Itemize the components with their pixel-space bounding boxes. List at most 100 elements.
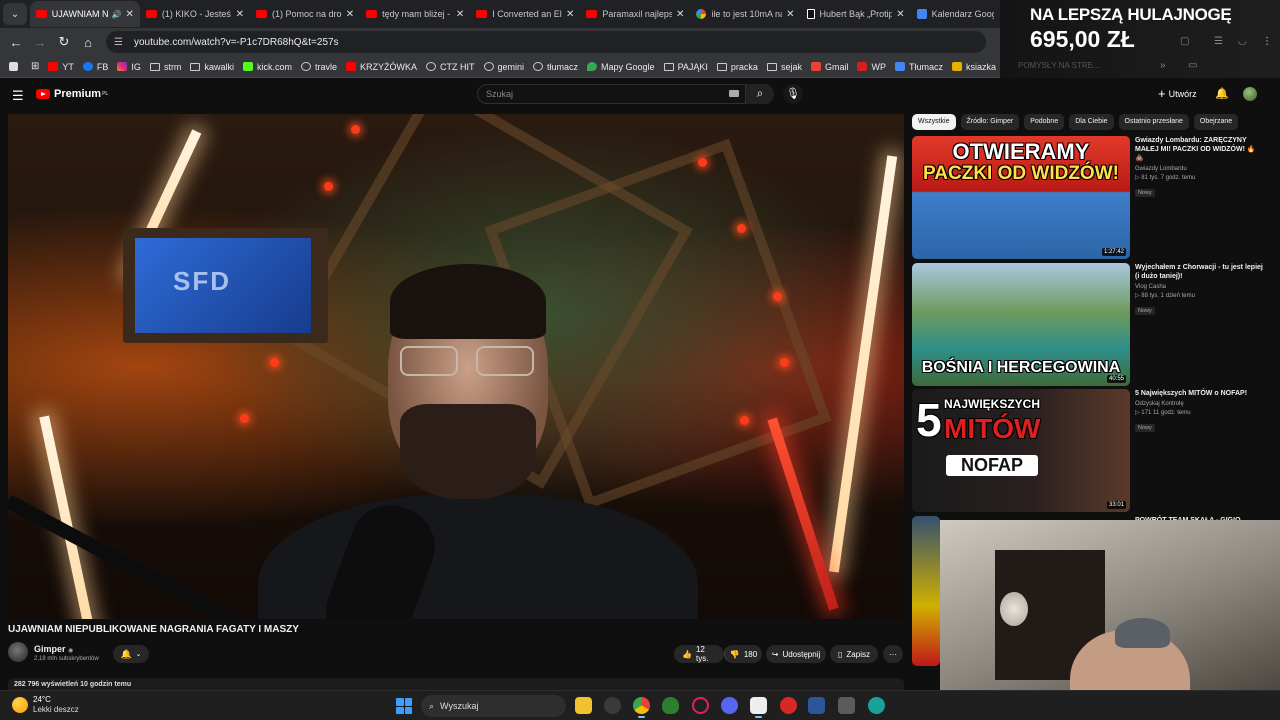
close-icon[interactable]: ✕ <box>896 9 904 20</box>
close-icon[interactable]: ✕ <box>126 9 134 20</box>
recommendation-channel[interactable]: Gwiazdy Lombardu <box>1135 166 1265 172</box>
bookmark-kick[interactable]: kick.com <box>242 62 292 72</box>
bookmark-pracka[interactable]: pracka <box>716 62 758 72</box>
tab-8[interactable]: Kalendarz Google <box>911 1 1000 27</box>
windows-start-icon[interactable] <box>396 698 412 714</box>
menu-dots-icon[interactable]: ⋮ <box>1262 36 1272 47</box>
site-info-icon[interactable]: ☰ <box>114 37 128 48</box>
tab-1[interactable]: (1) KIKO - Jesteś mi ✕ <box>140 1 250 27</box>
bookmark-strm[interactable]: strm <box>149 62 181 72</box>
weather-description[interactable]: Lekki deszcz <box>33 705 79 714</box>
address-bar[interactable]: ☰ youtube.com/watch?v=-P1c7DR68hQ&t=257s <box>106 31 986 53</box>
subscription-bell-button[interactable]: 🔔 ⌄ <box>113 645 149 663</box>
recommendation-channel[interactable]: Vlog Casha <box>1135 284 1265 290</box>
voice-search-button[interactable]: 🎙 <box>783 84 803 104</box>
bookmark-kawalki[interactable]: kawalki <box>190 62 234 72</box>
like-button[interactable]: 👍 12 tys. <box>674 645 724 663</box>
bookmark-travle[interactable]: travle <box>300 62 337 72</box>
tab-6[interactable]: ile to jest 10mA na ✕ <box>690 1 800 27</box>
obs-icon[interactable] <box>604 697 621 714</box>
close-icon[interactable]: ✕ <box>676 9 684 20</box>
bookmark-ig[interactable]: IG <box>117 62 141 72</box>
tab-search-button[interactable]: ⌄ <box>3 3 27 25</box>
discord-icon[interactable] <box>721 697 738 714</box>
shield-icon[interactable]: ◡ <box>1238 36 1247 47</box>
create-button[interactable]: + Utwórz <box>1158 86 1197 101</box>
streaming-app-icon[interactable] <box>750 697 767 718</box>
bookmark-mapy[interactable]: Mapy Google <box>587 62 655 72</box>
bookmark-square-icon[interactable] <box>9 62 22 71</box>
recommendation-title[interactable]: Wyjechałem z Chorwacji - tu jest lepiej … <box>1135 263 1265 281</box>
reload-icon[interactable]: ↻ <box>52 34 76 50</box>
close-icon[interactable]: ✕ <box>786 9 794 20</box>
bookmark-sejak[interactable]: sejak <box>766 62 802 72</box>
chip-source[interactable]: Źródło: Gimper <box>960 114 1020 130</box>
menu-icon[interactable]: ☰ <box>12 88 24 104</box>
record-app-icon[interactable] <box>780 697 797 714</box>
bookmark-tlumacz[interactable]: tłumacz <box>533 62 578 72</box>
chip-watched[interactable]: Obejrzane <box>1193 114 1239 130</box>
speaker-icon[interactable]: 🔊 <box>112 10 122 19</box>
tab-5[interactable]: Paramaxil najlepszy✕ <box>580 1 690 27</box>
weather-icon[interactable] <box>12 697 28 713</box>
dislike-button[interactable]: 👎 180 <box>724 645 762 663</box>
close-icon[interactable]: ✕ <box>346 9 354 20</box>
tab-3[interactable]: tędy mam bliżej - YouTube ✕ <box>360 1 470 27</box>
close-icon[interactable]: ✕ <box>566 9 574 20</box>
home-icon[interactable]: ⌂ <box>76 35 100 50</box>
file-explorer-icon[interactable] <box>575 697 592 714</box>
video-thumbnail[interactable]: BOŚNIA I HERCEGOWINA 40:55 <box>912 263 1130 386</box>
recommendation-title[interactable]: 5 Największych MITÓW o NOFAP! <box>1135 389 1265 398</box>
apps-grid-icon[interactable]: ⊞ <box>31 61 39 72</box>
video-thumbnail[interactable] <box>912 516 940 666</box>
keyboard-icon[interactable] <box>729 90 739 97</box>
bookmark-gemini[interactable]: gemini <box>483 62 524 72</box>
more-actions-button[interactable]: ··· <box>883 645 903 663</box>
calculator-icon[interactable] <box>838 697 855 714</box>
video-thumbnail[interactable]: OTWIERAMY PACZKI OD WIDZÓW! 1:27:42 <box>912 136 1130 259</box>
bookmark-fb[interactable]: FB <box>82 62 108 72</box>
account-avatar[interactable] <box>1243 87 1257 101</box>
chip-all[interactable]: Wszystkie <box>912 114 956 130</box>
search-input[interactable]: Szukaj <box>477 84 746 104</box>
recommendation-title[interactable]: Gwiazdy Lombardu: ZARĘCZYNY MAŁEJ MI! PA… <box>1135 136 1265 163</box>
bookmark-krzyzowka[interactable]: KRZYŻÓWKA <box>345 62 417 72</box>
video-player[interactable]: SFD <box>8 114 904 619</box>
recommendation-item[interactable]: OTWIERAMY PACZKI OD WIDZÓW! 1:27:42 Gwia… <box>912 136 1272 260</box>
tab-0[interactable]: UJAWNIAM NIEPUBLIKOWANE 🔊 ✕ <box>29 1 140 27</box>
extension-icon[interactable]: ▢ <box>1180 36 1189 47</box>
tab-2[interactable]: (1) Pomoc na drodze ✕ <box>250 1 360 27</box>
tab-7[interactable]: Hubert Bąk „Protip ✕ <box>801 1 911 27</box>
opera-icon[interactable] <box>692 697 709 714</box>
close-icon[interactable]: ✕ <box>236 9 244 20</box>
weather-temperature[interactable]: 24°C <box>33 695 51 704</box>
channel-avatar[interactable] <box>8 642 28 662</box>
chip-recently-uploaded[interactable]: Ostatnio przesłane <box>1118 114 1189 130</box>
browser-app-icon[interactable] <box>868 697 885 714</box>
youtube-logo[interactable]: Premium PL <box>36 88 108 100</box>
bookmark-wp[interactable]: WP <box>857 62 886 72</box>
back-icon[interactable]: ← <box>4 35 28 50</box>
forward-icon[interactable]: → <box>28 35 52 50</box>
bookmark-translate[interactable]: Tłumacz <box>894 62 943 72</box>
media-icon[interactable]: ☰ <box>1214 36 1223 47</box>
bookmark-yt[interactable]: YT <box>48 62 74 72</box>
bookmark-ksiazka[interactable]: ksiazka <box>951 62 996 72</box>
share-button[interactable]: ↪ Udostępnij <box>766 645 826 663</box>
bookmark-gmail[interactable]: Gmail <box>810 62 848 72</box>
word-icon[interactable] <box>808 697 825 714</box>
chip-related[interactable]: Podobne <box>1024 114 1065 130</box>
notifications-bell-icon[interactable]: 🔔 <box>1215 87 1229 100</box>
bookmark-pajaki[interactable]: PAJĄKI <box>663 62 708 72</box>
save-button[interactable]: ▯ Zapisz <box>830 645 878 663</box>
bookmark-ctz-hit[interactable]: CTZ HIT <box>426 62 475 72</box>
video-description-box[interactable]: 282 796 wyświetleń 10 godzin temu <box>8 678 904 690</box>
tab-4[interactable]: I Converted an Electric ✕ <box>470 1 580 27</box>
video-thumbnail[interactable]: 5 NAJWIĘKSZYCH MITÓW NOFAP 33:01 <box>912 389 1130 512</box>
recommendation-item[interactable]: 5 NAJWIĘKSZYCH MITÓW NOFAP 33:01 5 Najwi… <box>912 389 1272 513</box>
close-icon[interactable]: ✕ <box>456 9 464 20</box>
search-button[interactable]: ⌕ <box>746 84 774 104</box>
taskbar-search[interactable]: ⌕ Wyszukaj <box>421 695 566 717</box>
channel-name[interactable]: Gimper ◉ <box>34 644 73 654</box>
chip-for-you[interactable]: Dla Ciebie <box>1069 114 1114 130</box>
